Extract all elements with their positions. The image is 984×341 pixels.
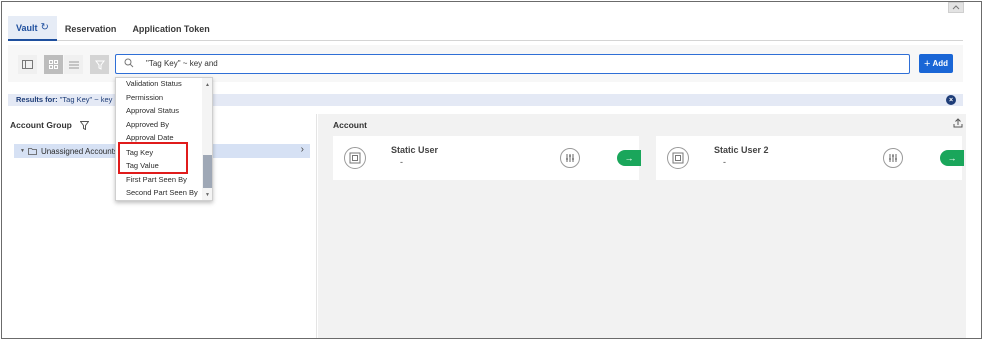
grid-icon bbox=[49, 60, 58, 69]
vault-icon bbox=[344, 147, 366, 169]
list-view-button[interactable] bbox=[64, 55, 83, 74]
field-suggestion-dropdown: Validation Status Permission Approval St… bbox=[115, 77, 213, 201]
tab-vault-label: Vault bbox=[16, 22, 38, 33]
results-query: "Tag Key" ~ key bbox=[59, 95, 113, 104]
panel-layout-icon bbox=[22, 60, 33, 69]
settings-sliders-icon[interactable] bbox=[560, 148, 580, 168]
account-panel: Account Static User - → Static User 2 - … bbox=[318, 114, 966, 338]
card-title: Static User bbox=[391, 145, 439, 155]
dropdown-item[interactable]: First Part Seen By bbox=[126, 175, 187, 184]
tab-application-token[interactable]: Application Token bbox=[124, 16, 217, 41]
app-window: Vault ↻ Reservation Application Token "T… bbox=[1, 1, 982, 339]
account-group-header: Account Group bbox=[10, 120, 89, 130]
vault-icon bbox=[667, 147, 689, 169]
plus-icon: + bbox=[924, 57, 931, 70]
dropdown-item[interactable]: Approval Status bbox=[126, 106, 179, 115]
account-group-title: Account Group bbox=[10, 120, 72, 130]
scroll-up-icon[interactable]: ▲ bbox=[205, 82, 210, 88]
account-title: Account bbox=[333, 120, 367, 130]
expand-icon[interactable]: ▼ bbox=[20, 148, 25, 154]
dropdown-item[interactable]: Approval Date bbox=[126, 133, 174, 142]
funnel-icon[interactable] bbox=[79, 120, 89, 130]
refresh-icon[interactable]: ↻ bbox=[41, 22, 49, 33]
panel-view-button[interactable] bbox=[18, 55, 37, 74]
highlight-annotation bbox=[118, 142, 188, 174]
settings-sliders-icon[interactable] bbox=[883, 148, 903, 168]
results-label: Results for: bbox=[16, 95, 58, 104]
account-card[interactable]: Static User 2 - → bbox=[656, 136, 964, 180]
export-icon[interactable] bbox=[953, 118, 963, 128]
chevron-up-icon bbox=[952, 5, 960, 10]
filter-button[interactable] bbox=[90, 55, 109, 74]
filter-icon bbox=[94, 60, 105, 70]
scroll-down-icon[interactable]: ▼ bbox=[205, 192, 210, 198]
account-card[interactable]: Static User - → bbox=[333, 136, 641, 180]
add-button[interactable]: + Add bbox=[919, 54, 953, 73]
tab-reservation[interactable]: Reservation bbox=[57, 16, 125, 41]
search-value: "Tag Key" ~ key and bbox=[146, 59, 218, 68]
clear-results-icon[interactable]: × bbox=[946, 95, 956, 105]
search-icon bbox=[124, 58, 134, 68]
card-subtitle: - bbox=[723, 157, 726, 167]
folder-icon bbox=[28, 147, 37, 155]
search-input[interactable]: "Tag Key" ~ key and bbox=[115, 54, 910, 74]
chevron-right-icon[interactable]: › bbox=[301, 144, 304, 155]
scroll-thumb[interactable] bbox=[203, 155, 212, 188]
grid-view-button[interactable] bbox=[44, 55, 63, 74]
dropdown-item[interactable]: Validation Status bbox=[126, 79, 182, 88]
go-arrow-button[interactable]: → bbox=[940, 150, 964, 166]
card-subtitle: - bbox=[400, 157, 403, 167]
card-title: Static User 2 bbox=[714, 145, 769, 155]
results-text: Results for: "Tag Key" ~ key bbox=[16, 95, 112, 104]
tab-vault[interactable]: Vault ↻ bbox=[8, 16, 57, 41]
add-button-label: Add bbox=[932, 59, 948, 68]
go-arrow-button[interactable]: → bbox=[617, 150, 641, 166]
tab-bar: Vault ↻ Reservation Application Token bbox=[8, 16, 963, 41]
tab-application-token-label: Application Token bbox=[132, 23, 210, 34]
dropdown-scrollbar[interactable]: ▲ ▼ bbox=[202, 78, 212, 200]
list-icon bbox=[68, 61, 79, 68]
dropdown-item[interactable]: Approved By bbox=[126, 120, 169, 129]
dropdown-item[interactable]: Permission bbox=[126, 93, 163, 102]
tab-reservation-label: Reservation bbox=[64, 23, 117, 34]
tree-item-label: Unassigned Accounts bbox=[40, 146, 118, 156]
collapse-button[interactable] bbox=[948, 2, 964, 13]
dropdown-item[interactable]: Second Part Seen By bbox=[126, 188, 198, 197]
